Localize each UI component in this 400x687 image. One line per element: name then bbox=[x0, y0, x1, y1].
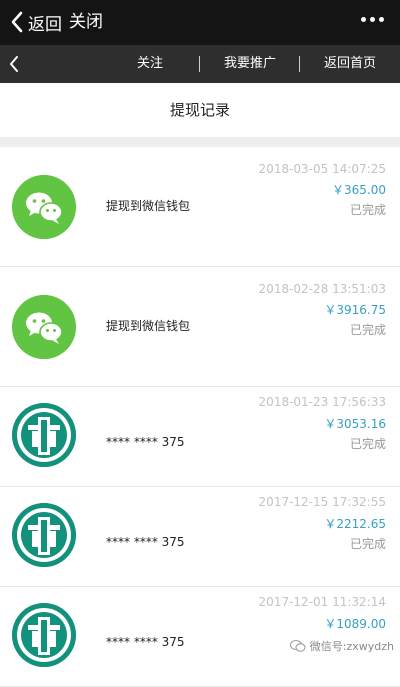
record-amount: ￥3916.75 bbox=[324, 301, 386, 318]
list-item[interactable]: 提现到微信钱包 2018-03-05 14:07:25 ￥365.00 已完成 bbox=[0, 147, 400, 267]
list-item[interactable]: 提现到微信钱包 2018-02-28 13:51:03 ￥3916.75 已完成 bbox=[0, 267, 400, 387]
record-status: 已完成 bbox=[350, 321, 386, 338]
record-description: **** **** 375 bbox=[106, 535, 185, 549]
abc-bank-icon bbox=[12, 403, 76, 467]
watermark: 微信号:zxwydzh bbox=[290, 638, 394, 654]
record-time: 2018-01-23 17:56:33 bbox=[259, 395, 386, 409]
record-status: 已完成 bbox=[350, 535, 386, 552]
watermark-text: 微信号:zxwydzh bbox=[310, 638, 394, 654]
record-description: 提现到微信钱包 bbox=[106, 197, 190, 214]
record-time: 2017-12-01 11:32:14 bbox=[259, 595, 386, 609]
record-time: 2018-02-28 13:51:03 bbox=[259, 282, 386, 296]
wechat-logo-icon bbox=[290, 639, 306, 653]
withdraw-record-list: 提现到微信钱包 2018-03-05 14:07:25 ￥365.00 已完成 … bbox=[0, 147, 400, 687]
wechat-icon bbox=[12, 295, 76, 359]
section-gap bbox=[0, 137, 400, 147]
nav-divider bbox=[199, 56, 200, 72]
record-description: **** **** 375 bbox=[106, 635, 185, 649]
list-item[interactable]: **** **** 375 2018-01-23 17:56:33 ￥3053.… bbox=[0, 387, 400, 487]
record-amount: ￥1089.00 bbox=[324, 615, 386, 632]
record-time: 2018-03-05 14:07:25 bbox=[259, 162, 386, 176]
record-amount: ￥2212.65 bbox=[324, 515, 386, 532]
record-time: 2017-12-15 17:32:55 bbox=[259, 495, 386, 509]
record-description: **** **** 375 bbox=[106, 435, 185, 449]
abc-bank-icon bbox=[12, 603, 76, 667]
record-amount: ￥365.00 bbox=[332, 181, 386, 198]
back-label: 返回 bbox=[28, 10, 62, 35]
nav-divider bbox=[299, 56, 300, 72]
record-status: 已完成 bbox=[350, 201, 386, 218]
list-item[interactable]: **** **** 375 2017-12-15 17:32:55 ￥2212.… bbox=[0, 487, 400, 587]
nav-follow[interactable]: 关注 bbox=[120, 45, 180, 83]
chevron-left-icon bbox=[10, 11, 24, 33]
more-menu-icon[interactable] bbox=[361, 17, 384, 22]
record-description: 提现到微信钱包 bbox=[106, 317, 190, 334]
page-title: 提现记录 bbox=[0, 83, 400, 137]
list-item[interactable]: **** **** 375 2017-12-01 11:32:14 ￥1089.… bbox=[0, 587, 400, 687]
record-amount: ￥3053.16 bbox=[324, 415, 386, 432]
close-button[interactable]: 关闭 bbox=[69, 9, 103, 35]
back-button[interactable]: 返回 bbox=[10, 9, 62, 35]
nav-bar: 关注 我要推广 返回首页 bbox=[0, 45, 400, 83]
record-status: 已完成 bbox=[350, 435, 386, 452]
nav-promote[interactable]: 我要推广 bbox=[212, 45, 288, 83]
abc-bank-icon bbox=[12, 503, 76, 567]
top-bar: 返回 关闭 bbox=[0, 0, 400, 45]
nav-home[interactable]: 返回首页 bbox=[312, 45, 388, 83]
nav-back-icon[interactable] bbox=[8, 54, 20, 74]
wechat-icon bbox=[12, 175, 76, 239]
